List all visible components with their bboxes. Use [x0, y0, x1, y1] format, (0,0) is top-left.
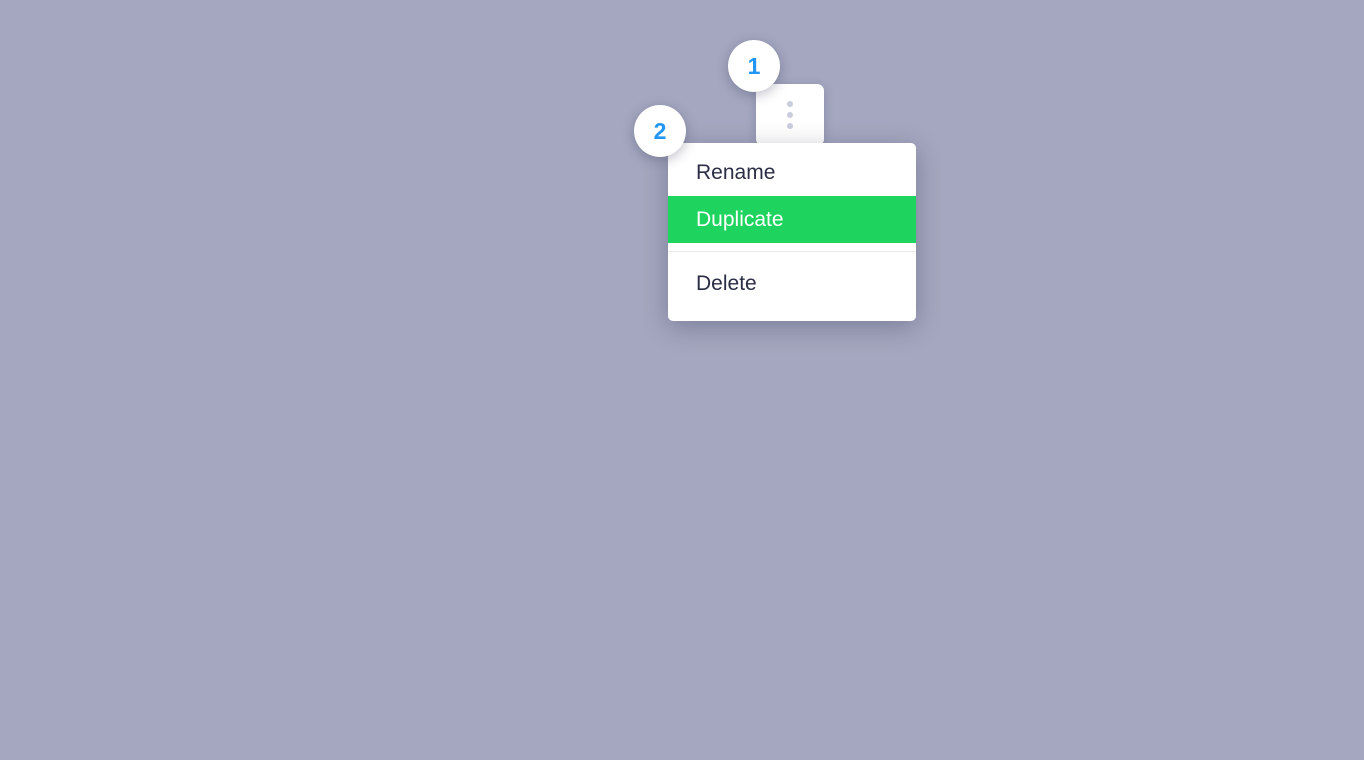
menu-item-rename[interactable]: Rename	[668, 149, 916, 196]
settings-button[interactable]: S	[1299, 423, 1364, 469]
banner-workspace: 300x250 8s Edit 0:00 Learn More English …	[191, 147, 1115, 760]
menu-separator	[668, 251, 916, 252]
size-row-header: 300x250 8s Edit	[191, 171, 1062, 231]
top-navigation-bar: bn Tutorials Banners Library Schedules A…	[0, 0, 1364, 74]
size-label-300x250: 300x250	[68, 404, 138, 425]
banner-language-label: English	[319, 687, 382, 709]
primary-nav: Banners Library Schedules Analytics	[316, 26, 807, 48]
play-icon[interactable]	[283, 445, 298, 463]
banner-filesize-label: 38.43KB	[315, 734, 388, 756]
banner-meta-icons	[283, 632, 629, 663]
nav-item-library[interactable]: Library	[449, 26, 514, 48]
add-size-label: Size	[98, 187, 135, 208]
select-all-checkbox[interactable]	[24, 297, 52, 325]
check-circle-icon[interactable]	[283, 632, 309, 663]
video-timestamp: 0:00	[319, 448, 355, 467]
chevron-down-icon	[193, 33, 204, 40]
size-row-label: 300x250	[255, 189, 332, 212]
notification-dot	[1317, 20, 1329, 32]
translations-heading: Translations	[1144, 259, 1251, 279]
translation-toggle[interactable]	[1334, 323, 1364, 349]
horizontal-heading: Horizontal	[24, 361, 108, 380]
page-title: Demo Bannerset	[118, 96, 312, 123]
uk-flag-icon	[283, 685, 305, 712]
video-more-icon[interactable]	[597, 450, 601, 470]
add-translation-button[interactable]: Add Transl	[1144, 175, 1364, 221]
comment-icon[interactable]	[329, 632, 355, 663]
check-icon	[31, 306, 45, 316]
select-all-label: Select All	[68, 300, 143, 321]
sizes-sidebar: Size Sizes Select All Horizontal 300x250	[0, 147, 202, 760]
cloud-upload-icon[interactable]	[454, 96, 482, 124]
add-translation-label: Add Transl	[1267, 187, 1364, 208]
volume-muted-icon[interactable]	[477, 438, 501, 467]
translate-button[interactable]: Translate	[1144, 423, 1282, 469]
html5-icon	[283, 734, 301, 757]
banner-cta-zone: Learn More	[255, 493, 657, 609]
video-controls: 0:00	[255, 429, 657, 493]
plus-circle-icon	[1228, 185, 1253, 211]
nav-item-schedules[interactable]: Schedules	[570, 26, 666, 48]
uk-flag-icon	[1144, 324, 1170, 355]
size-item-300x250[interactable]: 300x250	[24, 401, 177, 429]
step-badge-2: 2	[634, 105, 686, 157]
menu-item-duplicate[interactable]: Duplicate	[668, 196, 916, 243]
check-icon	[31, 410, 45, 420]
learn-more-button[interactable]: Learn More	[379, 524, 533, 578]
sizes-heading: Sizes	[24, 257, 68, 276]
plus-circle-icon	[61, 185, 87, 211]
triangle-down-icon[interactable]	[191, 195, 209, 207]
banner-meta: English 38.43KB	[255, 609, 657, 760]
download-icon[interactable]	[536, 96, 564, 124]
nav-item-banners[interactable]: Banners	[316, 26, 393, 48]
brand-logo: bn	[70, 26, 94, 48]
translation-language-row: English	[1144, 324, 1364, 355]
translation-target-url: No target url specified	[1144, 377, 1310, 396]
size-row-duration: 8s	[553, 190, 573, 211]
context-menu: Rename Duplicate Delete	[668, 143, 916, 321]
translation-actions: Translate S	[1144, 423, 1364, 469]
workspace-switcher[interactable]: bn Tutorials	[40, 14, 234, 59]
workspace-name: Tutorials	[102, 25, 182, 47]
notifications-button[interactable]	[1294, 20, 1329, 54]
arrow-left-icon	[54, 102, 72, 118]
bannerset-more-button[interactable]	[756, 84, 824, 146]
size-row-more-icon[interactable]	[1028, 188, 1033, 214]
app-root: bn Tutorials Banners Library Schedules A…	[0, 0, 1364, 760]
more-vertical-icon	[787, 101, 793, 107]
translations-sidebar: Add Transl Translations English No targe…	[1115, 147, 1364, 760]
translation-language-label: English	[1185, 328, 1251, 350]
banner-preview-card: 0:00 Learn More English 38.43KB	[254, 263, 658, 760]
fullscreen-icon[interactable]	[543, 440, 565, 467]
add-size-button[interactable]: Size	[24, 175, 172, 221]
share-arrow-icon[interactable]	[372, 96, 400, 124]
banner-language-row: English	[283, 685, 629, 712]
size-checkbox-300x250[interactable]	[24, 401, 52, 429]
select-all-row[interactable]: Select All	[24, 297, 177, 325]
bannerset-actions	[372, 96, 646, 124]
banner-filesize-row: 38.43KB	[283, 734, 629, 757]
edit-label: Edit	[912, 190, 948, 211]
video-preview[interactable]: 0:00	[255, 264, 657, 493]
menu-item-delete[interactable]: Delete	[668, 260, 916, 307]
video-progress-bar[interactable]	[279, 476, 635, 479]
brand-logo-b: bn	[70, 25, 94, 47]
surfer-hair	[435, 376, 477, 394]
back-button[interactable]	[38, 85, 88, 135]
step-badge-1: 1	[728, 40, 780, 92]
